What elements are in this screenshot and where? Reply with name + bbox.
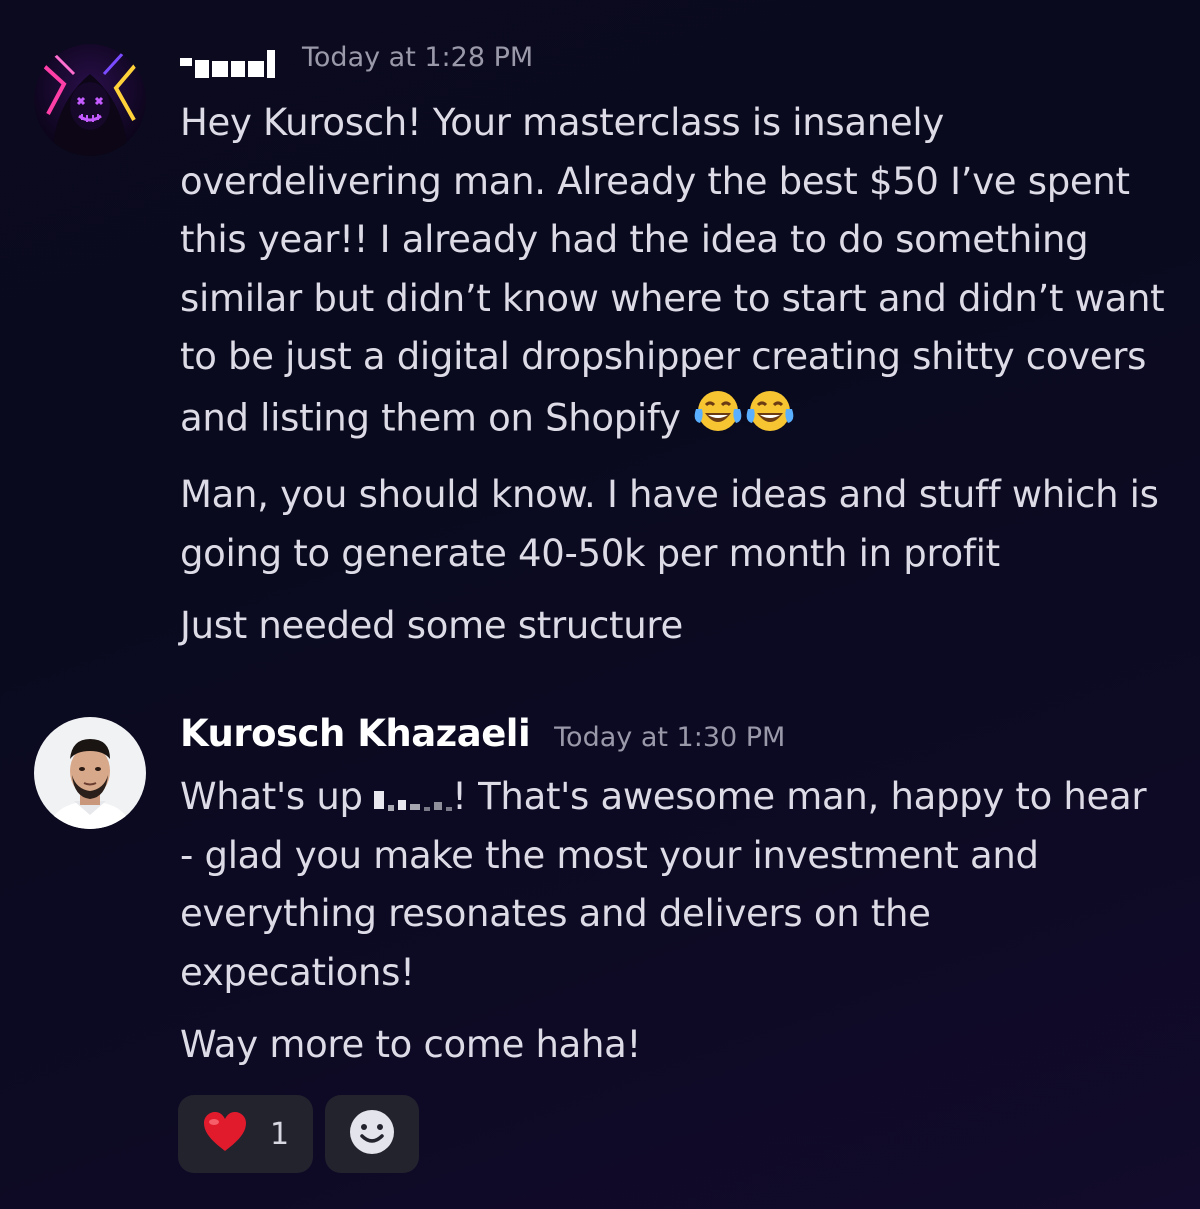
message-text: What's up ! That's awesome man, happy to…: [180, 768, 1170, 1002]
message-header-2: Kurosch Khazaeli Today at 1:30 PM: [180, 712, 785, 755]
message-header-1: Today at 1:28 PM: [180, 42, 533, 88]
username-redacted[interactable]: [180, 50, 278, 88]
reaction-heart[interactable]: 1: [178, 1095, 314, 1173]
timestamp: Today at 1:30 PM: [554, 722, 786, 753]
message-text: Hey Kurosch! Your masterclass is insanel…: [180, 94, 1170, 452]
message-text: Just needed some structure: [180, 604, 683, 647]
message-body-2: What's up ! That's awesome man, happy to…: [180, 768, 1170, 1089]
face-with-tears-of-joy-icon: [692, 387, 744, 453]
avatar-user-1[interactable]: [34, 44, 146, 156]
add-reaction-button[interactable]: [325, 1095, 420, 1173]
timestamp: Today at 1:28 PM: [302, 42, 534, 73]
reaction-count: 1: [270, 1116, 290, 1152]
message-text: Way more to come haha!: [180, 1023, 642, 1066]
reactions-bar: 1: [178, 1095, 420, 1173]
greeting-text: What's up: [180, 775, 363, 818]
profile-photo-icon: [34, 717, 146, 829]
username[interactable]: Kurosch Khazaeli: [180, 712, 531, 755]
mention-redacted[interactable]: [374, 780, 453, 820]
message-text-content: Hey Kurosch! Your masterclass is insanel…: [180, 101, 1165, 439]
message-body-1: Hey Kurosch! Your masterclass is insanel…: [180, 94, 1170, 670]
hooded-figure-avatar-icon: [34, 44, 146, 156]
face-with-tears-of-joy-icon: [744, 387, 796, 453]
red-heart-icon: [202, 1111, 248, 1157]
message-text: Man, you should know. I have ideas and s…: [180, 473, 1159, 575]
avatar-kurosch[interactable]: [34, 717, 146, 829]
smiley-add-reaction-icon: [348, 1108, 396, 1160]
